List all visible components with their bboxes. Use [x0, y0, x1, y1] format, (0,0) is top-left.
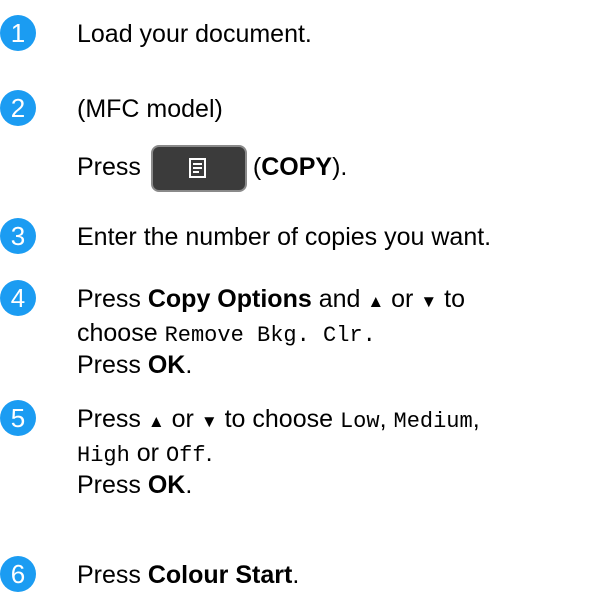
press-text: Press	[77, 351, 141, 379]
to-text: to	[444, 285, 465, 313]
step-text: Press Copy Options and ▲ or ▼ to	[77, 284, 465, 317]
press-text: Press	[77, 285, 141, 313]
press-text: Press	[77, 471, 141, 499]
step-text: Press (COPY).	[77, 145, 347, 192]
menu-option-low: Low	[339, 409, 380, 434]
period: .	[185, 471, 193, 499]
choose-text: choose	[77, 319, 158, 347]
step-text: High or Off.	[77, 438, 213, 471]
step-number-badge: 4	[0, 280, 36, 316]
up-arrow-icon: ▲	[147, 412, 165, 431]
colour-start-label: Colour Start	[147, 561, 293, 589]
menu-option: Remove Bkg. Clr.	[164, 323, 376, 348]
period: .	[292, 561, 300, 589]
instruction-text: (MFC model)	[77, 95, 223, 123]
step-text: Press OK.	[77, 350, 192, 380]
press-text: Press	[77, 153, 141, 182]
step-text: Press ▲ or ▼ to choose Low, Medium,	[77, 405, 480, 434]
step-number-badge: 6	[0, 556, 36, 592]
menu-option-medium: Medium	[393, 409, 473, 434]
instruction-text: Load your document.	[77, 20, 312, 48]
or-text: or	[136, 439, 159, 467]
step-number-badge: 1	[0, 15, 36, 51]
step-number-badge: 5	[0, 400, 36, 436]
or-text: or	[391, 285, 414, 313]
down-arrow-icon: ▼	[420, 292, 438, 311]
up-arrow-icon: ▲	[367, 292, 385, 311]
press-text: Press	[77, 561, 141, 589]
paren-open: (	[252, 153, 262, 182]
step-number-badge: 3	[0, 218, 36, 254]
period: .	[205, 439, 213, 467]
step-text: Load your document.	[77, 19, 312, 49]
step-text: Press OK.	[77, 470, 192, 500]
to-choose-text: to choose	[224, 405, 334, 433]
or-text: or	[171, 405, 194, 433]
step-text: (MFC model)	[77, 94, 223, 124]
press-text: Press	[77, 405, 141, 433]
ok-label: OK	[147, 471, 186, 499]
step-number-badge: 2	[0, 90, 36, 126]
paren-close: ).	[332, 153, 348, 182]
instruction-text: Enter the number of copies you want.	[77, 223, 492, 251]
copy-options-label: Copy Options	[147, 285, 312, 313]
ok-label: OK	[147, 351, 186, 379]
copy-label: COPY	[261, 153, 333, 182]
and-text: and	[318, 285, 361, 313]
copy-document-icon	[188, 158, 206, 178]
down-arrow-icon: ▼	[200, 412, 218, 431]
copy-button	[150, 145, 247, 192]
step-text: Enter the number of copies you want.	[77, 222, 491, 252]
step-text: choose Remove Bkg. Clr.	[77, 318, 376, 351]
step-text: Press Colour Start.	[77, 560, 299, 590]
menu-option-off: Off	[165, 443, 206, 468]
menu-option-high: High	[77, 443, 130, 468]
period: .	[185, 351, 193, 379]
